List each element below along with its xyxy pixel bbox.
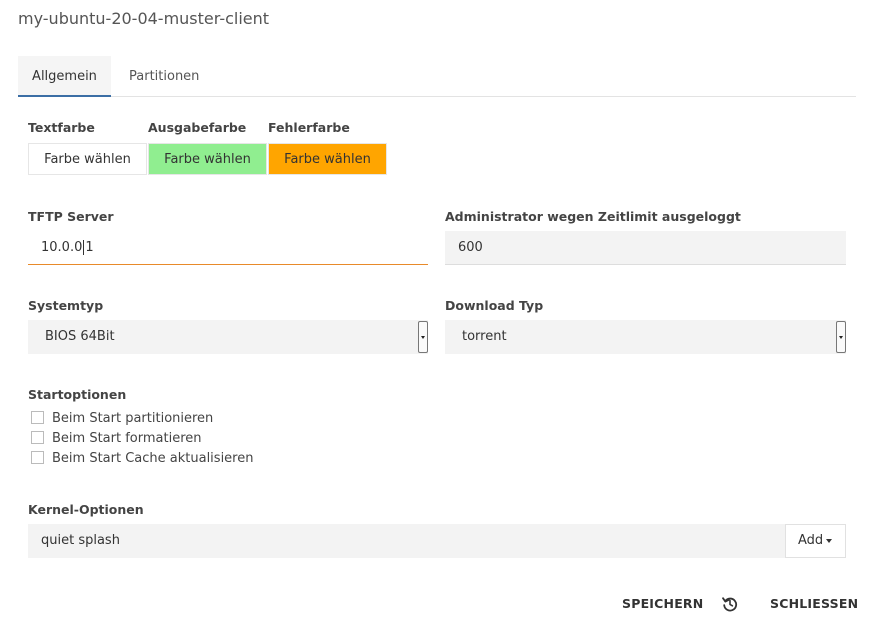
error-color-button[interactable]: Farbe wählen	[268, 143, 387, 175]
system-type-select[interactable]: BIOS 64Bit	[28, 320, 428, 354]
checkbox-label: Beim Start partitionieren	[52, 411, 214, 426]
option-format-on-start[interactable]: Beim Start formatieren	[31, 430, 202, 448]
tftp-server-label: TFTP Server	[28, 209, 114, 224]
checkbox[interactable]	[31, 451, 44, 464]
tftp-server-value-start: 10.0.0	[41, 240, 83, 255]
dropdown-arrow-icon[interactable]	[418, 321, 428, 353]
option-update-cache-on-start[interactable]: Beim Start Cache aktualisieren	[31, 450, 253, 468]
system-type-value: BIOS 64Bit	[45, 329, 115, 344]
history-icon[interactable]	[722, 596, 738, 612]
checkbox-label: Beim Start Cache aktualisieren	[52, 451, 254, 466]
dropdown-arrow-icon[interactable]	[836, 321, 846, 353]
save-button[interactable]: SPEICHERN	[622, 596, 703, 611]
checkbox[interactable]	[31, 431, 44, 444]
add-dropdown-button[interactable]: Add	[785, 524, 846, 558]
download-type-label: Download Typ	[445, 298, 544, 313]
admin-timeout-label: Administrator wegen Zeitlimit ausgeloggt	[445, 209, 741, 224]
tab-bar: Allgemein Partitionen	[18, 56, 856, 97]
admin-timeout-input[interactable]: 600	[445, 231, 846, 265]
add-label: Add	[798, 533, 824, 548]
close-button[interactable]: SCHLIESSEN	[770, 596, 858, 611]
tftp-server-input[interactable]: 10.0.0 1	[28, 231, 428, 265]
tftp-server-value-end: 1	[85, 240, 94, 255]
kernel-options-input[interactable]: quiet splash	[28, 524, 785, 558]
text-color-button[interactable]: Farbe wählen	[28, 143, 147, 175]
start-options-label: Startoptionen	[28, 387, 127, 402]
kernel-options-label: Kernel-Optionen	[28, 502, 144, 517]
dialog-title: my-ubuntu-20-04-muster-client	[18, 9, 270, 28]
checkbox[interactable]	[31, 411, 44, 424]
output-color-button[interactable]: Farbe wählen	[148, 143, 267, 175]
tab-allgemein[interactable]: Allgemein	[18, 56, 111, 97]
caret-down-icon	[826, 538, 833, 543]
error-color-label: Fehlerfarbe	[268, 120, 350, 135]
option-partition-on-start[interactable]: Beim Start partitionieren	[31, 410, 213, 428]
tab-partitionen[interactable]: Partitionen	[129, 56, 199, 97]
checkbox-label: Beim Start formatieren	[52, 431, 202, 446]
download-type-select[interactable]: torrent	[445, 320, 846, 354]
output-color-label: Ausgabefarbe	[148, 120, 247, 135]
download-type-value: torrent	[462, 329, 507, 344]
system-type-label: Systemtyp	[28, 298, 104, 313]
text-color-label: Textfarbe	[28, 120, 95, 135]
